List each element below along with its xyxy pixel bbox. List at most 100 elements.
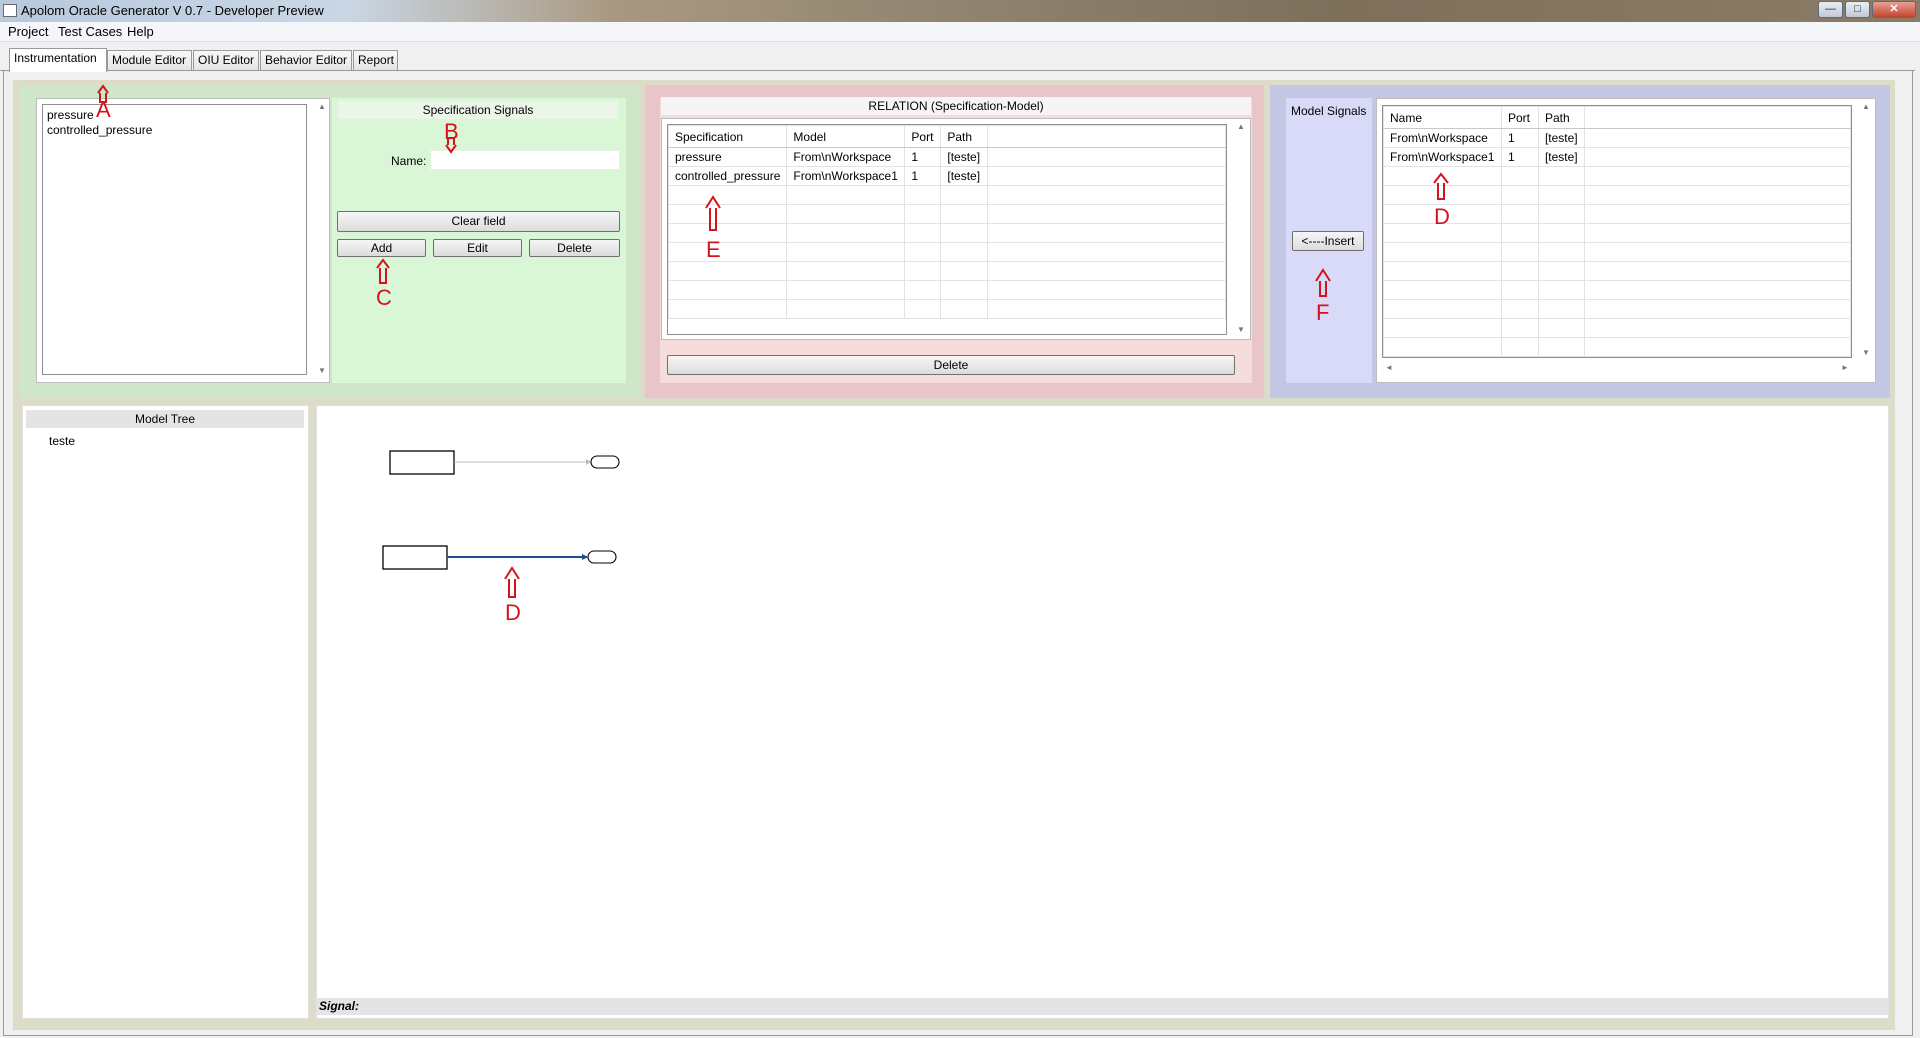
table-cell: From\nWorkspace [1383, 128, 1502, 148]
annotation-label-a: A [96, 97, 111, 122]
column-header-path[interactable]: Path [940, 125, 989, 148]
outport-block[interactable] [590, 455, 620, 469]
name-field[interactable] [430, 150, 620, 170]
list-item[interactable]: controlled_pressure [47, 123, 152, 137]
table-cell [987, 147, 1226, 167]
model-signals-title: Model Signals [1291, 104, 1367, 118]
model-signals-table[interactable]: Name Port Path From\nWorkspace 1 [teste]… [1382, 105, 1852, 358]
table-row-empty [668, 261, 1226, 281]
table-row-empty [1383, 280, 1851, 300]
maximize-button[interactable]: □ [1845, 1, 1870, 18]
table-row-empty [668, 242, 1226, 262]
table-row-empty [1383, 185, 1851, 205]
tab-report[interactable]: Report [353, 50, 398, 71]
table-row-empty [668, 185, 1226, 205]
relation-scrollbar[interactable]: ▲ ▼ [1234, 120, 1248, 338]
column-header-port[interactable]: Port [904, 125, 942, 148]
column-header-model[interactable]: Model [786, 125, 906, 148]
signal-label: Signal: [319, 999, 360, 1013]
scroll-right-icon[interactable]: ► [1838, 363, 1852, 372]
column-header-empty [987, 125, 1226, 148]
column-header-path[interactable]: Path [1537, 106, 1585, 129]
annotation-label-e: E [706, 237, 721, 262]
table-row[interactable]: From\nWorkspace 1 [teste] [1383, 128, 1851, 148]
scroll-left-icon[interactable]: ◄ [1382, 363, 1396, 372]
tree-item-teste[interactable]: teste [49, 434, 75, 448]
annotation-label-d-top: D [1434, 204, 1450, 229]
menu-project[interactable]: Project [8, 24, 48, 39]
relation-table[interactable]: Specification Model Port Path pressure F… [667, 124, 1227, 335]
diagram-svg [382, 450, 620, 570]
table-cell: 1 [1500, 147, 1539, 167]
table-row-empty [1383, 337, 1851, 357]
table-row[interactable]: controlled_pressure From\nWorkspace1 1 [… [668, 166, 1226, 186]
tab-oiu-editor[interactable]: OIU Editor [193, 50, 259, 71]
relation-title: RELATION (Specification-Model) [661, 97, 1251, 115]
table-row-empty [668, 280, 1226, 300]
delete-spec-button[interactable]: Delete [529, 239, 620, 257]
table-row-empty [668, 223, 1226, 243]
scroll-down-icon[interactable]: ▼ [315, 366, 329, 375]
model-signals-vscrollbar[interactable]: ▲ ▼ [1859, 100, 1873, 360]
table-row-empty [1383, 166, 1851, 186]
scroll-up-icon[interactable]: ▲ [315, 102, 329, 111]
edit-button[interactable]: Edit [433, 239, 522, 257]
table-cell [1583, 147, 1851, 167]
tab-instrumentation[interactable]: Instrumentation [9, 48, 107, 72]
tab-behavior-editor[interactable]: Behavior Editor [260, 50, 352, 71]
table-row-empty [668, 299, 1226, 319]
table-cell: 1 [904, 147, 942, 167]
scroll-up-icon[interactable]: ▲ [1234, 122, 1248, 131]
annotation-label-b: B [444, 119, 459, 144]
table-cell: [teste] [1537, 147, 1585, 167]
model-signals-hscrollbar[interactable]: ◄ ► [1382, 360, 1852, 376]
outport-block[interactable] [587, 550, 617, 564]
table-cell: [teste] [940, 147, 989, 167]
list-item[interactable]: pressure [47, 108, 94, 122]
title-bar: Apolom Oracle Generator V 0.7 - Develope… [0, 0, 1920, 22]
menu-test-cases[interactable]: Test Cases [58, 24, 122, 39]
signal-status-bar: Signal: [316, 998, 1888, 1015]
table-row-empty [668, 204, 1226, 224]
annotation-label-c: C [376, 285, 392, 310]
clear-field-button[interactable]: Clear field [337, 211, 620, 232]
scroll-down-icon[interactable]: ▼ [1234, 325, 1248, 334]
insert-button[interactable]: <----Insert [1292, 231, 1364, 251]
menu-help[interactable]: Help [127, 24, 154, 39]
model-tree-title: Model Tree [26, 410, 304, 428]
spec-list-scrollbar[interactable]: ▲ ▼ [315, 100, 329, 380]
scroll-up-icon[interactable]: ▲ [1859, 102, 1873, 111]
name-label: Name: [391, 154, 427, 168]
table-row-empty [1383, 299, 1851, 319]
table-cell [1583, 128, 1851, 148]
annotation-label-f: F [1316, 300, 1330, 325]
table-cell: 1 [904, 166, 942, 186]
table-row[interactable]: From\nWorkspace1 1 [teste] [1383, 147, 1851, 167]
column-header-port[interactable]: Port [1500, 106, 1539, 129]
table-header-row: Name Port Path [1383, 106, 1851, 129]
close-button[interactable]: ✕ [1872, 1, 1916, 18]
from-workspace1-block[interactable] [382, 545, 448, 570]
table-row-empty [1383, 242, 1851, 262]
table-row-empty [1383, 204, 1851, 224]
table-row-empty [1383, 223, 1851, 243]
add-button[interactable]: Add [337, 239, 426, 257]
table-cell: 1 [1500, 128, 1539, 148]
column-header-name[interactable]: Name [1383, 106, 1502, 129]
tab-module-editor[interactable]: Module Editor [107, 50, 192, 71]
window-title: Apolom Oracle Generator V 0.7 - Develope… [21, 3, 324, 18]
model-tree-panel [22, 405, 309, 1019]
from-workspace-block[interactable] [389, 450, 455, 475]
column-header-empty [1583, 106, 1851, 129]
table-row[interactable]: pressure From\nWorkspace 1 [teste] [668, 147, 1226, 167]
signal-arrowhead-icon [586, 459, 591, 465]
specification-signals-title: Specification Signals [338, 101, 618, 119]
delete-relation-button[interactable]: Delete [667, 355, 1235, 375]
table-row-empty [1383, 261, 1851, 281]
table-cell: From\nWorkspace [786, 147, 906, 167]
scroll-down-icon[interactable]: ▼ [1859, 348, 1873, 357]
menu-bar: Project Test Cases Help [0, 22, 1920, 42]
column-header-specification[interactable]: Specification [668, 125, 788, 148]
specification-list[interactable]: pressure controlled_pressure [42, 104, 307, 375]
minimize-button[interactable]: — [1818, 1, 1843, 18]
